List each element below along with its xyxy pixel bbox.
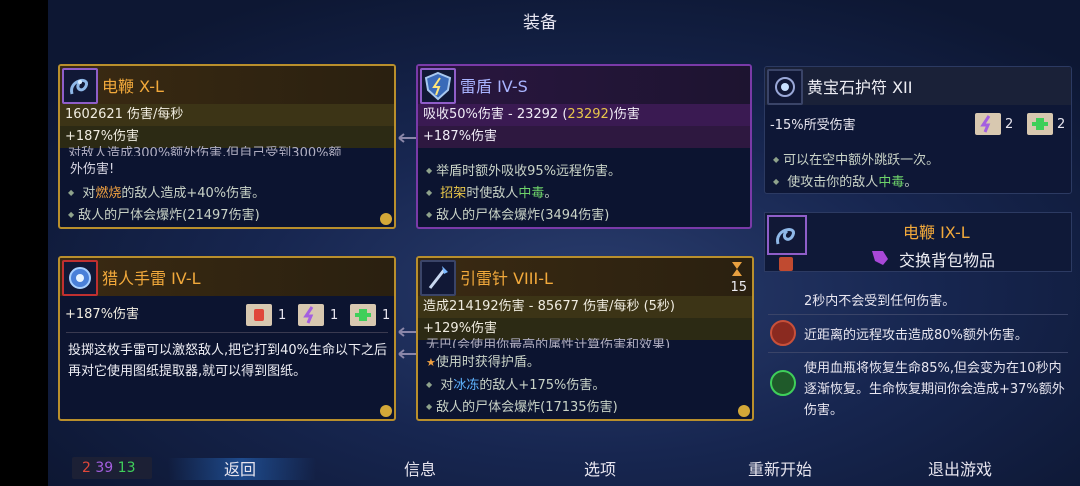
desc-line-2-pre: 对 [440, 378, 454, 393]
info-button[interactable]: 信息 [404, 456, 436, 480]
item-bonus: +129%伤害 [418, 318, 752, 340]
game-screen: 装备 电鞭 X-L 1602621 伤害/每秒 +187%伤害 对敌人造成300… [0, 0, 1080, 486]
desc-line-1: ★使用时获得护盾。 [426, 352, 540, 374]
ranged-mutation-icon [770, 320, 796, 346]
stat-highlight: 23292 [567, 107, 609, 122]
mutation-2: 近距离的远程攻击造成80%额外伤害。 [804, 328, 1028, 343]
item-name: 猎人手雷 IV-L [102, 269, 201, 288]
parry-keyword: 招架 [440, 186, 467, 201]
divider [66, 332, 388, 333]
hunter-grenade-icon [62, 260, 98, 296]
thunder-shield-icon [420, 68, 456, 104]
desc-line-2-pre: 对 [82, 186, 96, 201]
backpack-badge-icon [779, 257, 793, 271]
item-dps: 1602621 伤害/每秒 [60, 104, 394, 126]
item-name: 引雷针 VIII-L [460, 269, 553, 288]
amulet-card[interactable]: 黄宝石护符 XII -15%所受伤害 2 2 可以在空中额外跳跃一次。 使攻击你… [764, 66, 1072, 194]
desc-line-3: 敌人的尸体会爆炸(21497伤害) [68, 204, 260, 227]
item-stat: 吸收50%伤害 - 23292 (23292)伤害 [418, 104, 750, 126]
shield-star-icon: ★ [426, 356, 436, 369]
weapon-card-whip[interactable]: 电鞭 X-L 1602621 伤害/每秒 +187%伤害 对敌人造成300%额外… [58, 64, 396, 229]
scroll-count: 2 [1057, 117, 1066, 132]
burn-keyword: 燃烧 [95, 186, 122, 201]
swap-hand-icon [869, 247, 891, 267]
mutation-1: 2秒内不会受到任何伤害。 [804, 294, 956, 309]
desc-line-3: 敌人的尸体会爆炸(3494伤害) [426, 204, 609, 227]
scroll-count: 2 [1005, 117, 1014, 132]
quit-button[interactable]: 退出游戏 [928, 456, 992, 480]
shield-card[interactable]: 雷盾 IV-S 吸收50%伤害 - 23292 (23292)伤害 +187%伤… [416, 64, 752, 229]
item-bonus: +187%伤害 [60, 126, 394, 148]
item-bonus: +187%伤害 [65, 307, 140, 322]
corner-gem-icon [380, 213, 392, 225]
amulet-icon [767, 69, 803, 105]
desc-line-1-text: 使用时获得护盾。 [435, 355, 540, 370]
desc-line-2-post: 。 [904, 175, 918, 190]
divider [768, 314, 1068, 315]
brutality-scroll-icon [246, 304, 272, 326]
backpack-panel[interactable]: 电鞭 IX-L 交换背包物品 [764, 212, 1072, 272]
desc-line-2: 对燃烧的敌人造成+40%伤害。 [68, 182, 265, 205]
swap-backpack-button[interactable]: 交换背包物品 [899, 247, 995, 271]
desc-line-2-pre: 使攻击你的敌人 [787, 175, 879, 190]
tactics-scroll-icon [298, 304, 324, 326]
mutation-3: 使用血瓶将恢复生命85%,但会变为在10秒内逐渐恢复。生命恢复期间你会造成+37… [804, 361, 1065, 418]
desc-line-2-mid: 时使敌人 [466, 186, 519, 201]
desc-line-2: 使攻击你的敌人中毒。 [773, 171, 918, 193]
hourglass-icon [730, 261, 744, 277]
lightning-rod-icon [420, 260, 456, 296]
backpack-item-name: 电鞭 IX-L [903, 223, 970, 242]
cut-line: 对敌人造成300%额外伤害,但自己受到300%额 [68, 146, 342, 156]
options-button[interactable]: 选项 [584, 456, 616, 480]
whip-icon [62, 68, 98, 104]
mutations-panel: 2秒内不会受到任何伤害。 近距离的远程攻击造成80%额外伤害。 使用血瓶将恢复生… [764, 286, 1072, 426]
desc-line-2: 招架时使敌人中毒。 [426, 182, 557, 205]
poison-keyword: 中毒 [518, 186, 545, 201]
cooldown-timer: 15 [730, 280, 747, 295]
desc-line-2: 对冰冻的敌人+175%伤害。 [426, 374, 605, 397]
backpack-item-icon [767, 215, 807, 255]
item-stat: -15%所受伤害 [770, 118, 856, 133]
item-description: 投掷这枚手雷可以激怒敌人,把它打到40%生命以下之后再对它使用图纸提取器,就可以… [68, 343, 388, 379]
desc-line-2-post: 。 [544, 186, 558, 201]
desc-line-3: 敌人的尸体会爆炸(17135伤害) [426, 396, 618, 419]
card-header: 电鞭 X-L [60, 66, 394, 104]
desc-line-2-post: 的敌人+175%伤害。 [479, 378, 606, 393]
poison-keyword: 中毒 [878, 175, 905, 190]
tactics-scroll-icon [975, 113, 1001, 135]
potion-mutation-icon [770, 370, 796, 396]
card-header: 猎人手雷 IV-L [60, 258, 394, 296]
corner-gem-icon [380, 405, 392, 417]
page-title: 装备 [523, 13, 557, 33]
item-stat: 造成214192伤害 - 85677 伤害/每秒 (5秒) [418, 296, 752, 318]
desc-line-1: 外伤害! [70, 162, 115, 177]
survival-scroll-icon [1027, 113, 1053, 135]
corner-gem-icon [738, 405, 750, 417]
desc-line-1: 可以在空中额外跳跃一次。 [773, 149, 939, 172]
card-header: 引雷针 VIII-L 15 [418, 258, 752, 296]
item-bonus: +187%伤害 [418, 126, 750, 148]
item-name: 雷盾 IV-S [460, 77, 528, 96]
survival-scroll-icon [350, 304, 376, 326]
left-letterbox [0, 0, 48, 486]
scroll-count: 1 [382, 308, 391, 323]
back-button[interactable]: 返回 [224, 456, 256, 480]
scroll-count: 1 [278, 308, 287, 323]
stat-pre: 吸收50%伤害 - 23292 ( [423, 107, 568, 122]
cut-line: 无巴(会使用你最高的属性计算伤害和效果) [426, 338, 671, 348]
freeze-keyword: 冰冻 [453, 378, 480, 393]
stat-post: )伤害 [608, 107, 640, 122]
card-header: 黄宝石护符 XII [765, 67, 1071, 105]
desc-line-1: 举盾时额外吸收95%远程伤害。 [426, 160, 621, 183]
restart-button[interactable]: 重新开始 [748, 456, 812, 480]
grenade-card[interactable]: 猎人手雷 IV-L +187%伤害 1 1 1 投掷这枚手雷可以激怒敌人,把它打… [58, 256, 396, 421]
scroll-count: 1 [330, 308, 339, 323]
card-header: 雷盾 IV-S [418, 66, 750, 104]
divider [768, 352, 1068, 353]
item-name: 黄宝石护符 XII [807, 78, 913, 97]
desc-line-2-post: 的敌人造成+40%伤害。 [121, 186, 266, 201]
lightning-rod-card[interactable]: 引雷针 VIII-L 15 造成214192伤害 - 85677 伤害/每秒 (… [416, 256, 754, 421]
item-name: 电鞭 X-L [102, 77, 164, 96]
bottom-menu: 返回 信息 选项 重新开始 退出游戏 [48, 452, 1080, 486]
